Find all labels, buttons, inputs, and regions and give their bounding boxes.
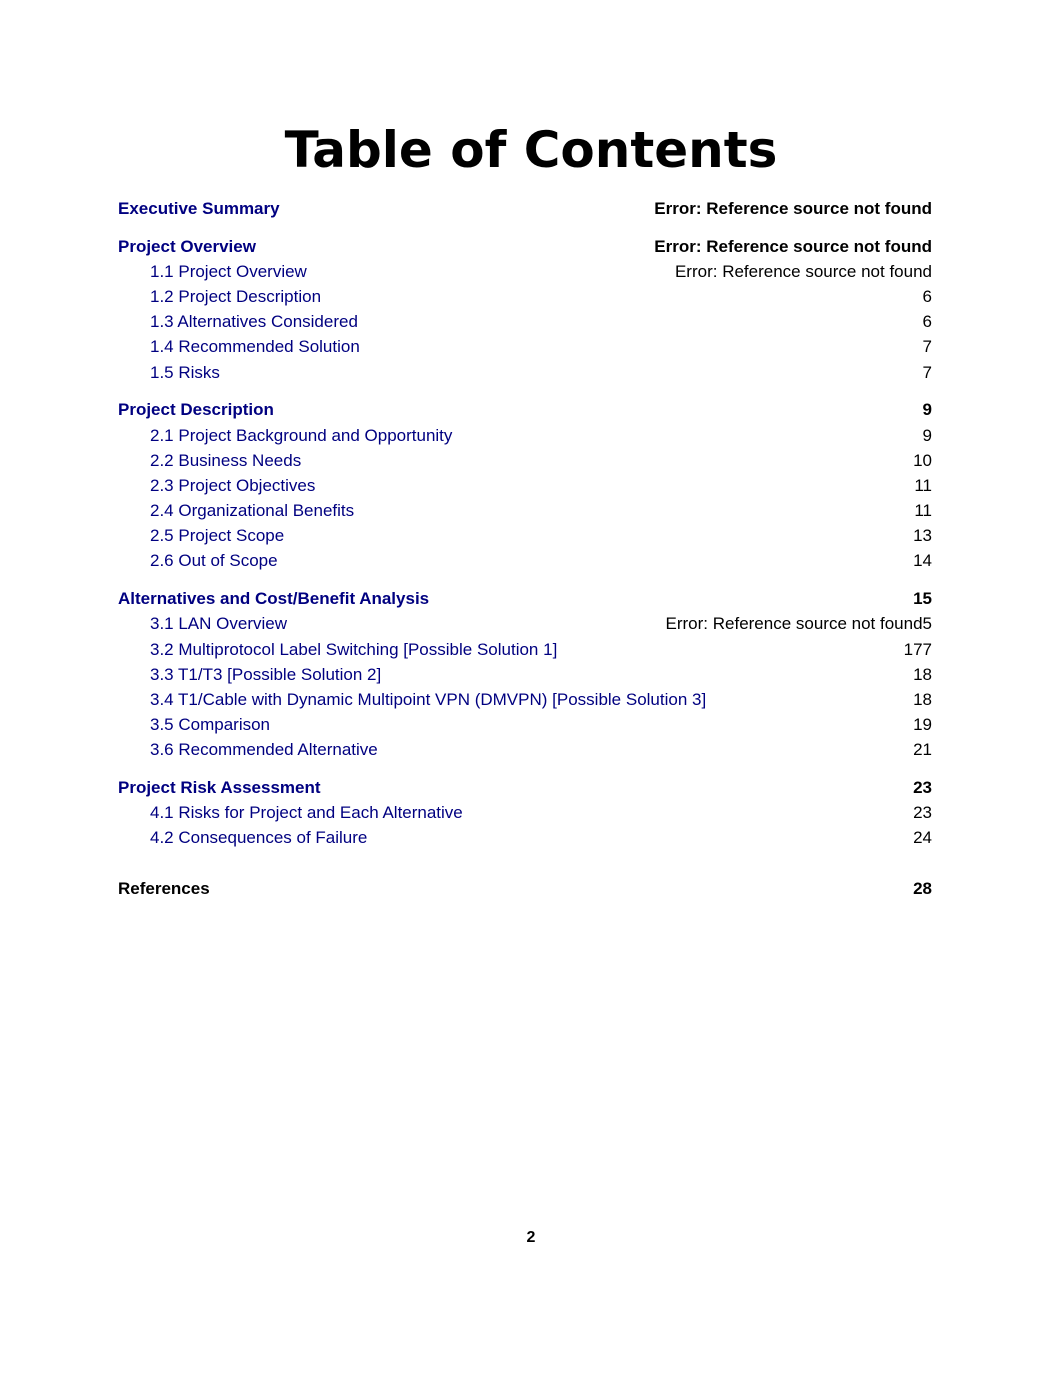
toc-entry-page: 21 bbox=[913, 740, 932, 760]
toc-entry[interactable]: 2.6 Out of Scope 14 bbox=[118, 548, 932, 573]
toc-entry[interactable]: 3.3 T1/T3 [Possible Solution 2] 18 bbox=[118, 662, 932, 687]
toc-entry[interactable]: 2.1 Project Background and Opportunity 9 bbox=[118, 423, 932, 448]
toc-entry-label[interactable]: 2.1 Project Background and Opportunity bbox=[150, 423, 452, 448]
toc-entry[interactable]: 1.3 Alternatives Considered 6 bbox=[118, 309, 932, 334]
toc-entry-label[interactable]: 2.5 Project Scope bbox=[150, 523, 284, 548]
toc-entry-page: 11 bbox=[914, 475, 932, 495]
toc-entry[interactable]: 1.2 Project Description 6 bbox=[118, 284, 932, 309]
toc-entry[interactable]: Project Description 9 bbox=[118, 397, 932, 422]
toc-entry[interactable]: 3.5 Comparison 19 bbox=[118, 712, 932, 737]
toc-entry[interactable]: 3.2 Multiprotocol Label Switching [Possi… bbox=[118, 637, 932, 662]
toc-entry-label[interactable]: 3.2 Multiprotocol Label Switching [Possi… bbox=[150, 637, 557, 662]
toc-entry-page: 14 bbox=[913, 551, 932, 571]
toc-entry-page: 9 bbox=[922, 400, 932, 420]
toc-entry-page: 6 bbox=[922, 312, 932, 332]
toc-entry-page: 10 bbox=[913, 450, 932, 470]
table-of-contents: Executive Summary Error: Reference sourc… bbox=[118, 196, 932, 901]
toc-entry-page: 7 bbox=[922, 337, 932, 357]
toc-entry-label[interactable]: References bbox=[118, 876, 210, 901]
toc-entry-page: 15 bbox=[913, 589, 932, 609]
toc-entry[interactable]: 4.2 Consequences of Failure 24 bbox=[118, 825, 932, 850]
toc-entry[interactable]: 4.1 Risks for Project and Each Alternati… bbox=[118, 800, 932, 825]
toc-entry-label[interactable]: 3.4 T1/Cable with Dynamic Multipoint VPN… bbox=[150, 687, 706, 712]
toc-entry[interactable]: 1.4 Recommended Solution 7 bbox=[118, 334, 932, 359]
toc-entry-page: 13 bbox=[913, 526, 932, 546]
toc-entry-label[interactable]: 1.5 Risks bbox=[150, 360, 220, 385]
toc-entry-references[interactable]: References 28 bbox=[118, 876, 932, 901]
toc-entry-label[interactable]: 4.1 Risks for Project and Each Alternati… bbox=[150, 800, 463, 825]
toc-entry-page: 23 bbox=[913, 777, 932, 797]
toc-entry-page: 23 bbox=[913, 803, 932, 823]
toc-entry-label[interactable]: 1.1 Project Overview bbox=[150, 259, 307, 284]
toc-entry-label[interactable]: 3.5 Comparison bbox=[150, 712, 270, 737]
toc-entry-label[interactable]: 1.4 Recommended Solution bbox=[150, 334, 360, 359]
toc-entry-label[interactable]: 2.4 Organizational Benefits bbox=[150, 498, 354, 523]
page-number: 2 bbox=[526, 1229, 536, 1246]
toc-entry-page: 6 bbox=[922, 287, 932, 307]
toc-entry-page: 24 bbox=[913, 828, 932, 848]
toc-entry-label[interactable]: 2.3 Project Objectives bbox=[150, 473, 315, 498]
toc-entry-label[interactable]: 4.2 Consequences of Failure bbox=[150, 825, 367, 850]
toc-entry-page: 9 bbox=[922, 425, 932, 445]
toc-entry[interactable]: 2.4 Organizational Benefits 11 bbox=[118, 498, 932, 523]
toc-entry[interactable]: 3.4 T1/Cable with Dynamic Multipoint VPN… bbox=[118, 687, 932, 712]
toc-entry[interactable]: 2.2 Business Needs 10 bbox=[118, 448, 932, 473]
toc-entry[interactable]: 1.1 Project Overview Error: Reference so… bbox=[118, 259, 932, 284]
toc-entry-page: 18 bbox=[913, 664, 932, 684]
toc-entry-label[interactable]: 1.2 Project Description bbox=[150, 284, 321, 309]
toc-entry-page: 177 bbox=[903, 639, 932, 659]
toc-entry[interactable]: 3.6 Recommended Alternative 21 bbox=[118, 737, 932, 762]
toc-entry[interactable]: Alternatives and Cost/Benefit Analysis 1… bbox=[118, 586, 932, 611]
toc-entry-page: 19 bbox=[913, 715, 932, 735]
toc-entry-label[interactable]: 3.3 T1/T3 [Possible Solution 2] bbox=[150, 662, 381, 687]
page-title: Table of Contents bbox=[284, 121, 778, 179]
toc-entry-label[interactable]: Project Overview bbox=[118, 234, 256, 259]
toc-entry[interactable]: 2.3 Project Objectives 11 bbox=[118, 473, 932, 498]
toc-entry-label[interactable]: 1.3 Alternatives Considered bbox=[150, 309, 358, 334]
toc-entry-page: 7 bbox=[922, 362, 932, 382]
toc-entry-page: 28 bbox=[913, 878, 932, 898]
toc-entry[interactable]: Executive Summary Error: Reference sourc… bbox=[118, 196, 932, 221]
toc-entry-label[interactable]: Project Risk Assessment bbox=[118, 775, 321, 800]
toc-entry[interactable]: 3.1 LAN Overview Error: Reference source… bbox=[118, 611, 932, 636]
toc-entry-page: 18 bbox=[913, 689, 932, 709]
toc-entry-label[interactable]: 3.1 LAN Overview bbox=[150, 611, 287, 636]
toc-entry[interactable]: 2.5 Project Scope 13 bbox=[118, 523, 932, 548]
toc-entry-label[interactable]: 2.2 Business Needs bbox=[150, 448, 301, 473]
toc-entry[interactable]: Project Risk Assessment 23 bbox=[118, 775, 932, 800]
toc-entry-label[interactable]: 2.6 Out of Scope bbox=[150, 548, 278, 573]
toc-entry-page: Error: Reference source not found5 bbox=[665, 614, 932, 634]
document-page: Table of Contents Executive Summary Erro… bbox=[0, 0, 1062, 1376]
toc-entry[interactable]: Project Overview Error: Reference source… bbox=[118, 234, 932, 259]
toc-entry-label[interactable]: Project Description bbox=[118, 397, 274, 422]
toc-entry-label[interactable]: Alternatives and Cost/Benefit Analysis bbox=[118, 586, 429, 611]
toc-entry-label[interactable]: Executive Summary bbox=[118, 196, 280, 221]
toc-entry-page: 11 bbox=[914, 501, 932, 521]
toc-entry-page: Error: Reference source not found bbox=[654, 236, 932, 256]
toc-entry-label[interactable]: 3.6 Recommended Alternative bbox=[150, 737, 378, 762]
toc-entry-page: Error: Reference source not found bbox=[674, 261, 932, 281]
toc-entry-page: Error: Reference source not found bbox=[654, 199, 932, 218]
toc-entry[interactable]: 1.5 Risks 7 bbox=[118, 360, 932, 385]
